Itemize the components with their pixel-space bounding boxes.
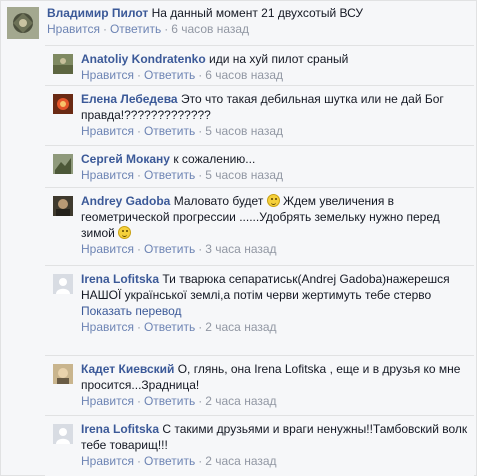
reply-link[interactable]: Ответить [144, 124, 195, 138]
avatar[interactable] [53, 424, 73, 444]
comment-body: Елена Лебедева Это что такая дебильная ш… [81, 91, 468, 139]
timestamp[interactable]: 2 часа назад [205, 320, 276, 334]
default-user-icon [53, 424, 73, 444]
comment-actions: Нравится · Ответить · 5 часов назад [81, 168, 284, 182]
smile-emoji-icon [118, 226, 132, 239]
avatar-photo-icon [53, 364, 73, 384]
timestamp[interactable]: 2 часа назад [205, 454, 276, 468]
like-link[interactable]: Нравится [81, 168, 134, 182]
like-link[interactable]: Нравится [81, 320, 134, 334]
reply-link[interactable]: Ответить [144, 394, 195, 408]
author-name[interactable]: Irena Lofitska [81, 422, 159, 436]
author-name[interactable]: Владимир Пилот [47, 6, 148, 20]
reply-link[interactable]: Ответить [144, 320, 195, 334]
reply-item: Кадет Киевский О, глянь, она Irena Lofit… [45, 355, 474, 416]
avatar-photo-icon [53, 196, 73, 216]
comment-body: Сергей Мокану к сожалению... Нравится · От… [81, 151, 468, 183]
like-link[interactable]: Нравится [81, 242, 134, 256]
comment-thread: Владимир Пилот На данный момент 21 двухс… [0, 0, 477, 476]
military-emblem-icon [7, 7, 39, 39]
timestamp[interactable]: 2 часа назад [205, 394, 276, 408]
timestamp[interactable]: 5 часов назад [205, 124, 283, 138]
comment-body: Andrey Gadoba Маловато будет Ждем увелич… [81, 193, 468, 257]
comment-body: Владимир Пилот На данный момент 21 двухс… [47, 5, 470, 37]
show-translation-link[interactable]: Показать перевод [81, 303, 468, 319]
author-name[interactable]: Andrey Gadoba [81, 194, 170, 208]
avatar[interactable] [53, 274, 73, 294]
comment-body: Кадет Киевский О, глянь, она Irena Lofit… [81, 361, 468, 409]
avatar[interactable] [53, 364, 73, 384]
reply-item: Andrey Gadoba Маловато будет Ждем увелич… [45, 187, 474, 266]
reply-item: Irena Lofitska Ти тварюка сепаратиськ(An… [45, 265, 474, 356]
avatar[interactable] [7, 7, 39, 39]
author-name[interactable]: Кадет Киевский [81, 362, 174, 376]
comment-actions: Нравится · Ответить · 5 часов назад [81, 124, 284, 138]
avatar[interactable] [53, 54, 73, 74]
comment-actions: Нравится · Ответить · 6 часов назад [47, 22, 250, 36]
reply-link[interactable]: Ответить [144, 242, 195, 256]
avatar-photo-icon [53, 54, 73, 74]
comment-actions: Нравится · Ответить · 6 часов назад [81, 68, 284, 82]
like-link[interactable]: Нравится [81, 68, 134, 82]
reply-link[interactable]: Ответить [144, 454, 195, 468]
avatar-photo-icon [53, 94, 73, 114]
reply-link[interactable]: Ответить [110, 22, 161, 36]
timestamp[interactable]: 6 часов назад [205, 68, 283, 82]
like-link[interactable]: Нравится [81, 454, 134, 468]
comment-text: иди на хуй пилот сраный [209, 52, 349, 66]
default-user-icon [53, 274, 73, 294]
comment-actions: Нравится · Ответить · 3 часа назад [81, 242, 277, 256]
comment-body: Anatoliy Kondratenko иди на хуй пилот ср… [81, 51, 468, 83]
comment-text: Маловато будет [173, 194, 264, 208]
avatar[interactable] [53, 94, 73, 114]
comment-actions: Нравится · Ответить · 2 часа назад [81, 320, 277, 334]
top-comment: Владимир Пилот На данный момент 21 двухс… [1, 1, 476, 45]
comment-body: Irena Lofitska С такими друзьями и враги… [81, 421, 468, 469]
avatar[interactable] [53, 154, 73, 174]
author-name[interactable]: Елена Лебедева [81, 92, 178, 106]
timestamp[interactable]: 3 часа назад [205, 242, 276, 256]
reply-item: Anatoliy Kondratenko иди на хуй пилот ср… [45, 45, 474, 86]
comment-actions: Нравится · Ответить · 2 часа назад [81, 454, 277, 468]
like-link[interactable]: Нравится [81, 394, 134, 408]
reply-item: Елена Лебедева Это что такая дебильная ш… [45, 85, 474, 146]
comment-actions: Нравится · Ответить · 2 часа назад [81, 394, 277, 408]
smile-emoji-icon [266, 194, 280, 207]
reply-item: Irena Lofitska С такими друзьями и враги… [45, 415, 474, 476]
timestamp[interactable]: 5 часов назад [205, 168, 283, 182]
timestamp[interactable]: 6 часов назад [171, 22, 249, 36]
author-name[interactable]: Irena Lofitska [81, 272, 159, 286]
like-link[interactable]: Нравится [81, 124, 134, 138]
comment-text: к сожалению... [173, 152, 256, 166]
reply-item: Сергей Мокану к сожалению... Нравится · От… [45, 145, 474, 188]
avatar-photo-icon [53, 154, 73, 174]
comment-text: На данный момент 21 двухсотый ВСУ [151, 6, 364, 20]
like-link[interactable]: Нравится [47, 22, 100, 36]
reply-link[interactable]: Ответить [144, 68, 195, 82]
author-name[interactable]: Сергей Мокану [81, 152, 170, 166]
comment-body: Irena Lofitska Ти тварюка сепаратиськ(An… [81, 271, 468, 335]
avatar[interactable] [53, 196, 73, 216]
author-name[interactable]: Anatoliy Kondratenko [81, 52, 206, 66]
reply-link[interactable]: Ответить [144, 168, 195, 182]
